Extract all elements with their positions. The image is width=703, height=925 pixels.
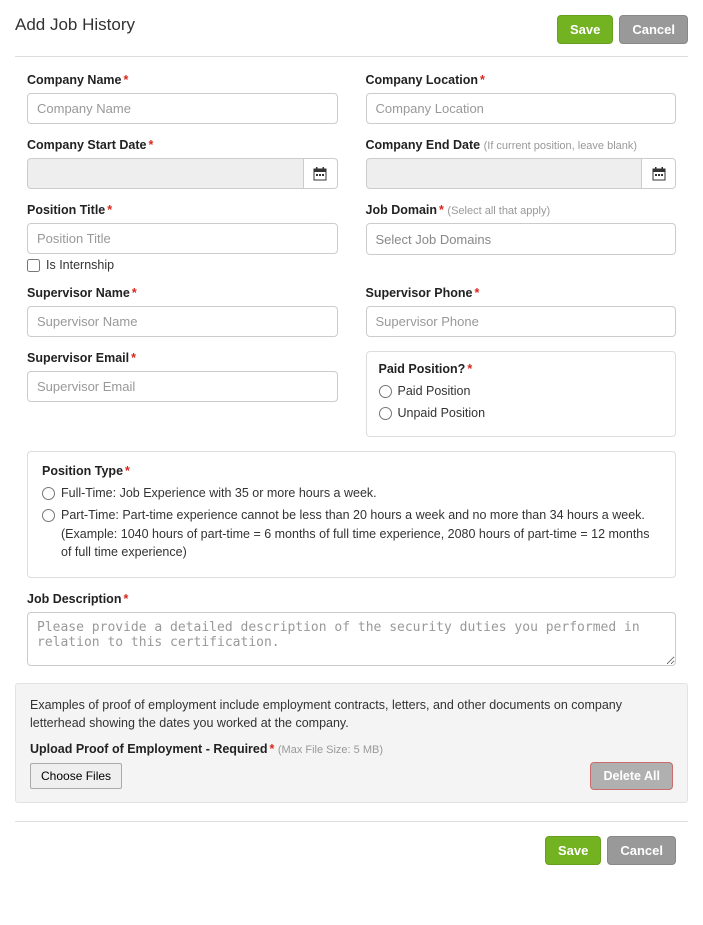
full-time-option-label: Full-Time: Job Experience with 35 or mor… — [61, 484, 661, 502]
choose-files-button[interactable]: Choose Files — [30, 763, 122, 789]
position-type-panel: Position Type* Full-Time: Job Experience… — [27, 451, 676, 578]
save-button-bottom[interactable]: Save — [545, 836, 601, 865]
divider — [15, 821, 688, 822]
job-domain-select[interactable]: Select Job Domains — [366, 223, 677, 255]
position-title-label: Position Title* — [27, 203, 338, 217]
is-internship-label: Is Internship — [46, 258, 114, 272]
part-time-radio[interactable] — [42, 509, 55, 522]
job-domain-label: Job Domain* (Select all that apply) — [366, 203, 677, 217]
paid-position-radio[interactable] — [379, 385, 392, 398]
company-name-label: Company Name* — [27, 73, 338, 87]
position-title-input[interactable] — [27, 223, 338, 254]
company-name-input[interactable] — [27, 93, 338, 124]
calendar-icon — [652, 167, 666, 181]
delete-all-button[interactable]: Delete All — [590, 762, 673, 790]
job-description-textarea[interactable] — [27, 612, 676, 666]
upload-label: Upload Proof of Employment - Required* (… — [30, 742, 673, 756]
supervisor-email-label: Supervisor Email* — [27, 351, 338, 365]
upload-panel: Examples of proof of employment include … — [15, 683, 688, 803]
unpaid-position-radio[interactable] — [379, 407, 392, 420]
start-date-label: Company Start Date* — [27, 138, 338, 152]
supervisor-name-label: Supervisor Name* — [27, 286, 338, 300]
is-internship-checkbox[interactable] — [27, 259, 40, 272]
part-time-option-label: Part-Time: Part-time experience cannot b… — [61, 506, 661, 560]
paid-position-option-label: Paid Position — [398, 382, 664, 400]
supervisor-name-input[interactable] — [27, 306, 338, 337]
upload-intro-text: Examples of proof of employment include … — [30, 696, 673, 732]
page-title: Add Job History — [15, 15, 135, 35]
supervisor-email-input[interactable] — [27, 371, 338, 402]
unpaid-position-option-label: Unpaid Position — [398, 404, 664, 422]
divider — [15, 56, 688, 57]
cancel-button-top[interactable]: Cancel — [619, 15, 688, 44]
paid-position-label: Paid Position?* — [379, 362, 664, 376]
end-date-calendar-button[interactable] — [642, 158, 676, 189]
start-date-calendar-button[interactable] — [304, 158, 338, 189]
save-button-top[interactable]: Save — [557, 15, 613, 44]
supervisor-phone-input[interactable] — [366, 306, 677, 337]
job-description-label: Job Description* — [27, 592, 676, 606]
position-type-label: Position Type* — [42, 464, 661, 478]
end-date-input[interactable] — [366, 158, 643, 189]
full-time-radio[interactable] — [42, 487, 55, 500]
start-date-input[interactable] — [27, 158, 304, 189]
calendar-icon — [313, 167, 327, 181]
company-location-label: Company Location* — [366, 73, 677, 87]
supervisor-phone-label: Supervisor Phone* — [366, 286, 677, 300]
end-date-label: Company End Date (If current position, l… — [366, 138, 677, 152]
cancel-button-bottom[interactable]: Cancel — [607, 836, 676, 865]
company-location-input[interactable] — [366, 93, 677, 124]
